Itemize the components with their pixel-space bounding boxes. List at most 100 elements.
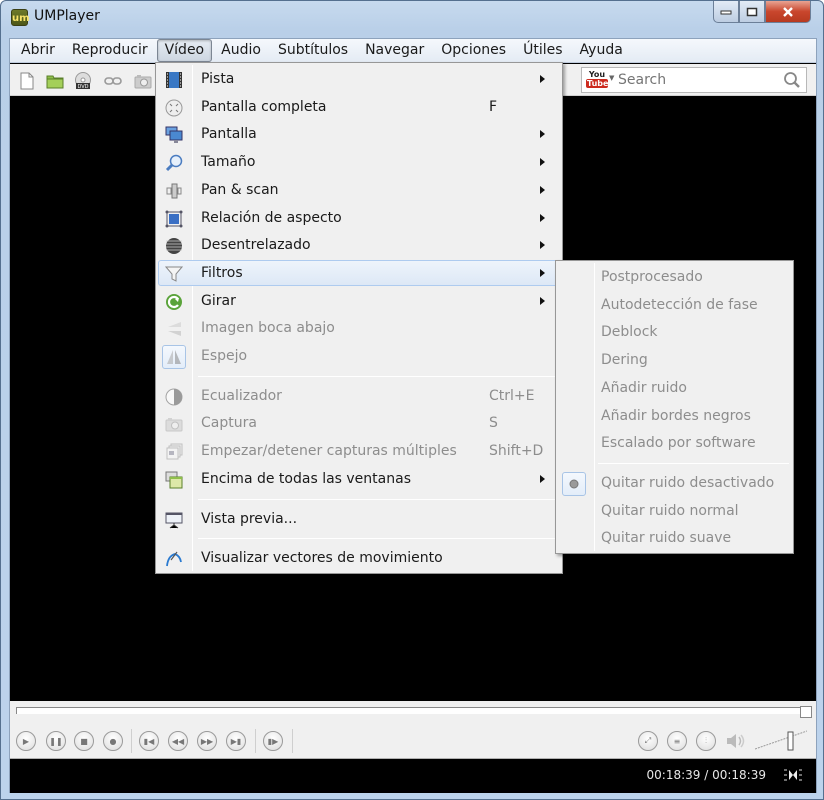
- video-menu-item[interactable]: Girar: [158, 288, 560, 314]
- minimize-button[interactable]: [713, 1, 739, 23]
- menu-audio[interactable]: Audio: [213, 39, 269, 62]
- fullscreen-button[interactable]: ⤢: [638, 731, 658, 751]
- youtube-logo-icon[interactable]: You Tube: [586, 70, 608, 90]
- rewind-button[interactable]: ◀◀: [168, 731, 188, 751]
- seek-handle[interactable]: [800, 706, 812, 718]
- dvd-icon[interactable]: DVD: [74, 72, 92, 90]
- motion-vectors-icon: [164, 549, 184, 569]
- close-button[interactable]: [765, 1, 811, 23]
- minimize-icon: [720, 10, 732, 14]
- menu-ayuda[interactable]: Ayuda: [572, 39, 631, 62]
- previous-button[interactable]: ▮◀: [139, 731, 159, 751]
- maximize-button[interactable]: [739, 1, 765, 23]
- rewind-icon: ◀◀: [171, 736, 185, 746]
- menu-video[interactable]: Vídeo: [156, 39, 213, 62]
- video-menu-item[interactable]: Ecualizador Ctrl+E: [158, 383, 560, 409]
- link-icon[interactable]: [104, 72, 122, 90]
- menu-subtitulos[interactable]: Subtítulos: [270, 39, 356, 62]
- next-button[interactable]: ▶▮: [226, 731, 246, 751]
- menu-utiles[interactable]: Útiles: [515, 39, 570, 62]
- forward-button[interactable]: ▶▶: [197, 731, 217, 751]
- video-menu-item[interactable]: Pan & scan: [158, 177, 560, 203]
- multiple-captures-icon: [164, 442, 184, 462]
- playlist-button[interactable]: ≡: [667, 731, 687, 751]
- youtube-search-input[interactable]: [618, 72, 768, 88]
- filters-menu-item[interactable]: Dering: [558, 347, 791, 373]
- svg-text:DVD: DVD: [77, 84, 88, 90]
- menu-item-label: Pantalla: [201, 126, 257, 143]
- filters-menu-item[interactable]: Autodetección de fase: [558, 292, 791, 318]
- forward-icon: ▶▶: [200, 736, 214, 746]
- menu-item-label: Postprocesado: [601, 269, 703, 285]
- video-menu-item[interactable]: Filtros: [158, 259, 560, 286]
- video-menu-item[interactable]: Desentrelazado: [158, 232, 560, 258]
- camera-icon[interactable]: [134, 72, 152, 90]
- submenu-arrow-icon: [540, 474, 545, 483]
- menu-item-label: Espejo: [201, 348, 248, 364]
- compact-mode-icon[interactable]: [782, 768, 804, 782]
- volume-icon[interactable]: [725, 733, 747, 749]
- separator: [255, 729, 256, 753]
- volume-slider-handle[interactable]: [787, 731, 794, 751]
- video-menu-item[interactable]: Relación de aspecto: [158, 205, 560, 231]
- submenu-arrow-icon: [540, 75, 545, 83]
- filters-menu-item[interactable]: Quitar ruido desactivado: [558, 470, 791, 496]
- close-icon: [783, 6, 793, 17]
- menu-abrir[interactable]: Abrir: [13, 39, 63, 62]
- play-button[interactable]: ▶: [16, 731, 36, 751]
- menu-item-label: Ecualizador: [201, 387, 282, 404]
- menu-item-label: Pan & scan: [201, 181, 279, 198]
- video-menu-item[interactable]: Visualizar vectores de movimiento: [158, 545, 560, 571]
- filters-menu-item[interactable]: Añadir bordes negros: [558, 403, 791, 429]
- pause-button[interactable]: ❚❚: [46, 731, 66, 751]
- new-file-icon[interactable]: [18, 72, 36, 90]
- menu-item-label: Quitar ruido normal: [601, 502, 739, 519]
- stop-button[interactable]: ■: [74, 731, 94, 751]
- frame-step-button[interactable]: ▮▶: [263, 731, 283, 751]
- menu-reproducir[interactable]: Reproducir: [64, 39, 156, 62]
- menu-navegar[interactable]: Navegar: [357, 39, 432, 62]
- video-menu-item[interactable]: Imagen boca abajo: [158, 315, 560, 341]
- menu-item-shortcut: S: [489, 415, 498, 432]
- filters-menu-item[interactable]: Quitar ruido suave: [558, 525, 791, 551]
- video-menu-item[interactable]: Tamaño: [158, 149, 560, 175]
- pause-icon: ❚❚: [49, 736, 63, 746]
- pan-scan-icon: [164, 181, 184, 201]
- submenu-arrow-icon: [540, 268, 545, 277]
- video-menu-item[interactable]: Pantalla: [158, 121, 560, 147]
- open-folder-icon[interactable]: [46, 72, 64, 90]
- menu-item-label: Imagen boca abajo: [201, 320, 335, 337]
- seek-track[interactable]: [16, 707, 812, 714]
- menu-item-label: Girar: [201, 292, 236, 309]
- menu-item-label: Pista: [201, 71, 235, 87]
- menu-item-shortcut: Shift+D: [489, 443, 544, 460]
- search-icon[interactable]: [783, 71, 801, 89]
- menu-separator: [598, 462, 789, 464]
- menu-item-label: Dering: [601, 352, 648, 369]
- video-menu-item[interactable]: Captura S: [158, 410, 560, 436]
- deinterlace-icon: [164, 236, 184, 256]
- seek-bar[interactable]: [10, 701, 816, 721]
- youtube-search-box[interactable]: You Tube ▼: [581, 67, 807, 93]
- filters-menu-item[interactable]: Quitar ruido normal: [558, 498, 791, 524]
- aspect-ratio-icon: [164, 209, 184, 229]
- video-menu-item[interactable]: Vista previa...: [158, 506, 560, 532]
- menu-separator: [198, 538, 558, 540]
- record-button[interactable]: ●: [103, 731, 123, 751]
- filters-submenu: Postprocesado Autodetección de fase Debloc…: [555, 260, 794, 554]
- filters-menu-item[interactable]: Añadir ruido: [558, 375, 791, 401]
- monitors-icon: [164, 125, 184, 145]
- filters-menu-item[interactable]: Escalado por software: [558, 430, 791, 456]
- video-menu-item[interactable]: Empezar/detener capturas múltiples Shift+…: [158, 438, 560, 464]
- filters-menu-item[interactable]: Deblock: [558, 319, 791, 345]
- video-menu-item[interactable]: Espejo: [158, 343, 560, 369]
- menu-item-shortcut: F: [489, 98, 498, 115]
- video-menu-item[interactable]: Pantalla completa F: [158, 94, 560, 120]
- equalizer-button[interactable]: ⫶: [696, 731, 716, 751]
- volume-slider[interactable]: [755, 729, 807, 753]
- filters-menu-item[interactable]: Postprocesado: [558, 264, 791, 290]
- video-menu-item[interactable]: Pista: [158, 66, 560, 92]
- search-provider-dropdown-icon[interactable]: ▼: [609, 74, 614, 82]
- menu-opciones[interactable]: Opciones: [433, 39, 514, 62]
- video-menu-item[interactable]: Encima de todas las ventanas: [158, 466, 560, 492]
